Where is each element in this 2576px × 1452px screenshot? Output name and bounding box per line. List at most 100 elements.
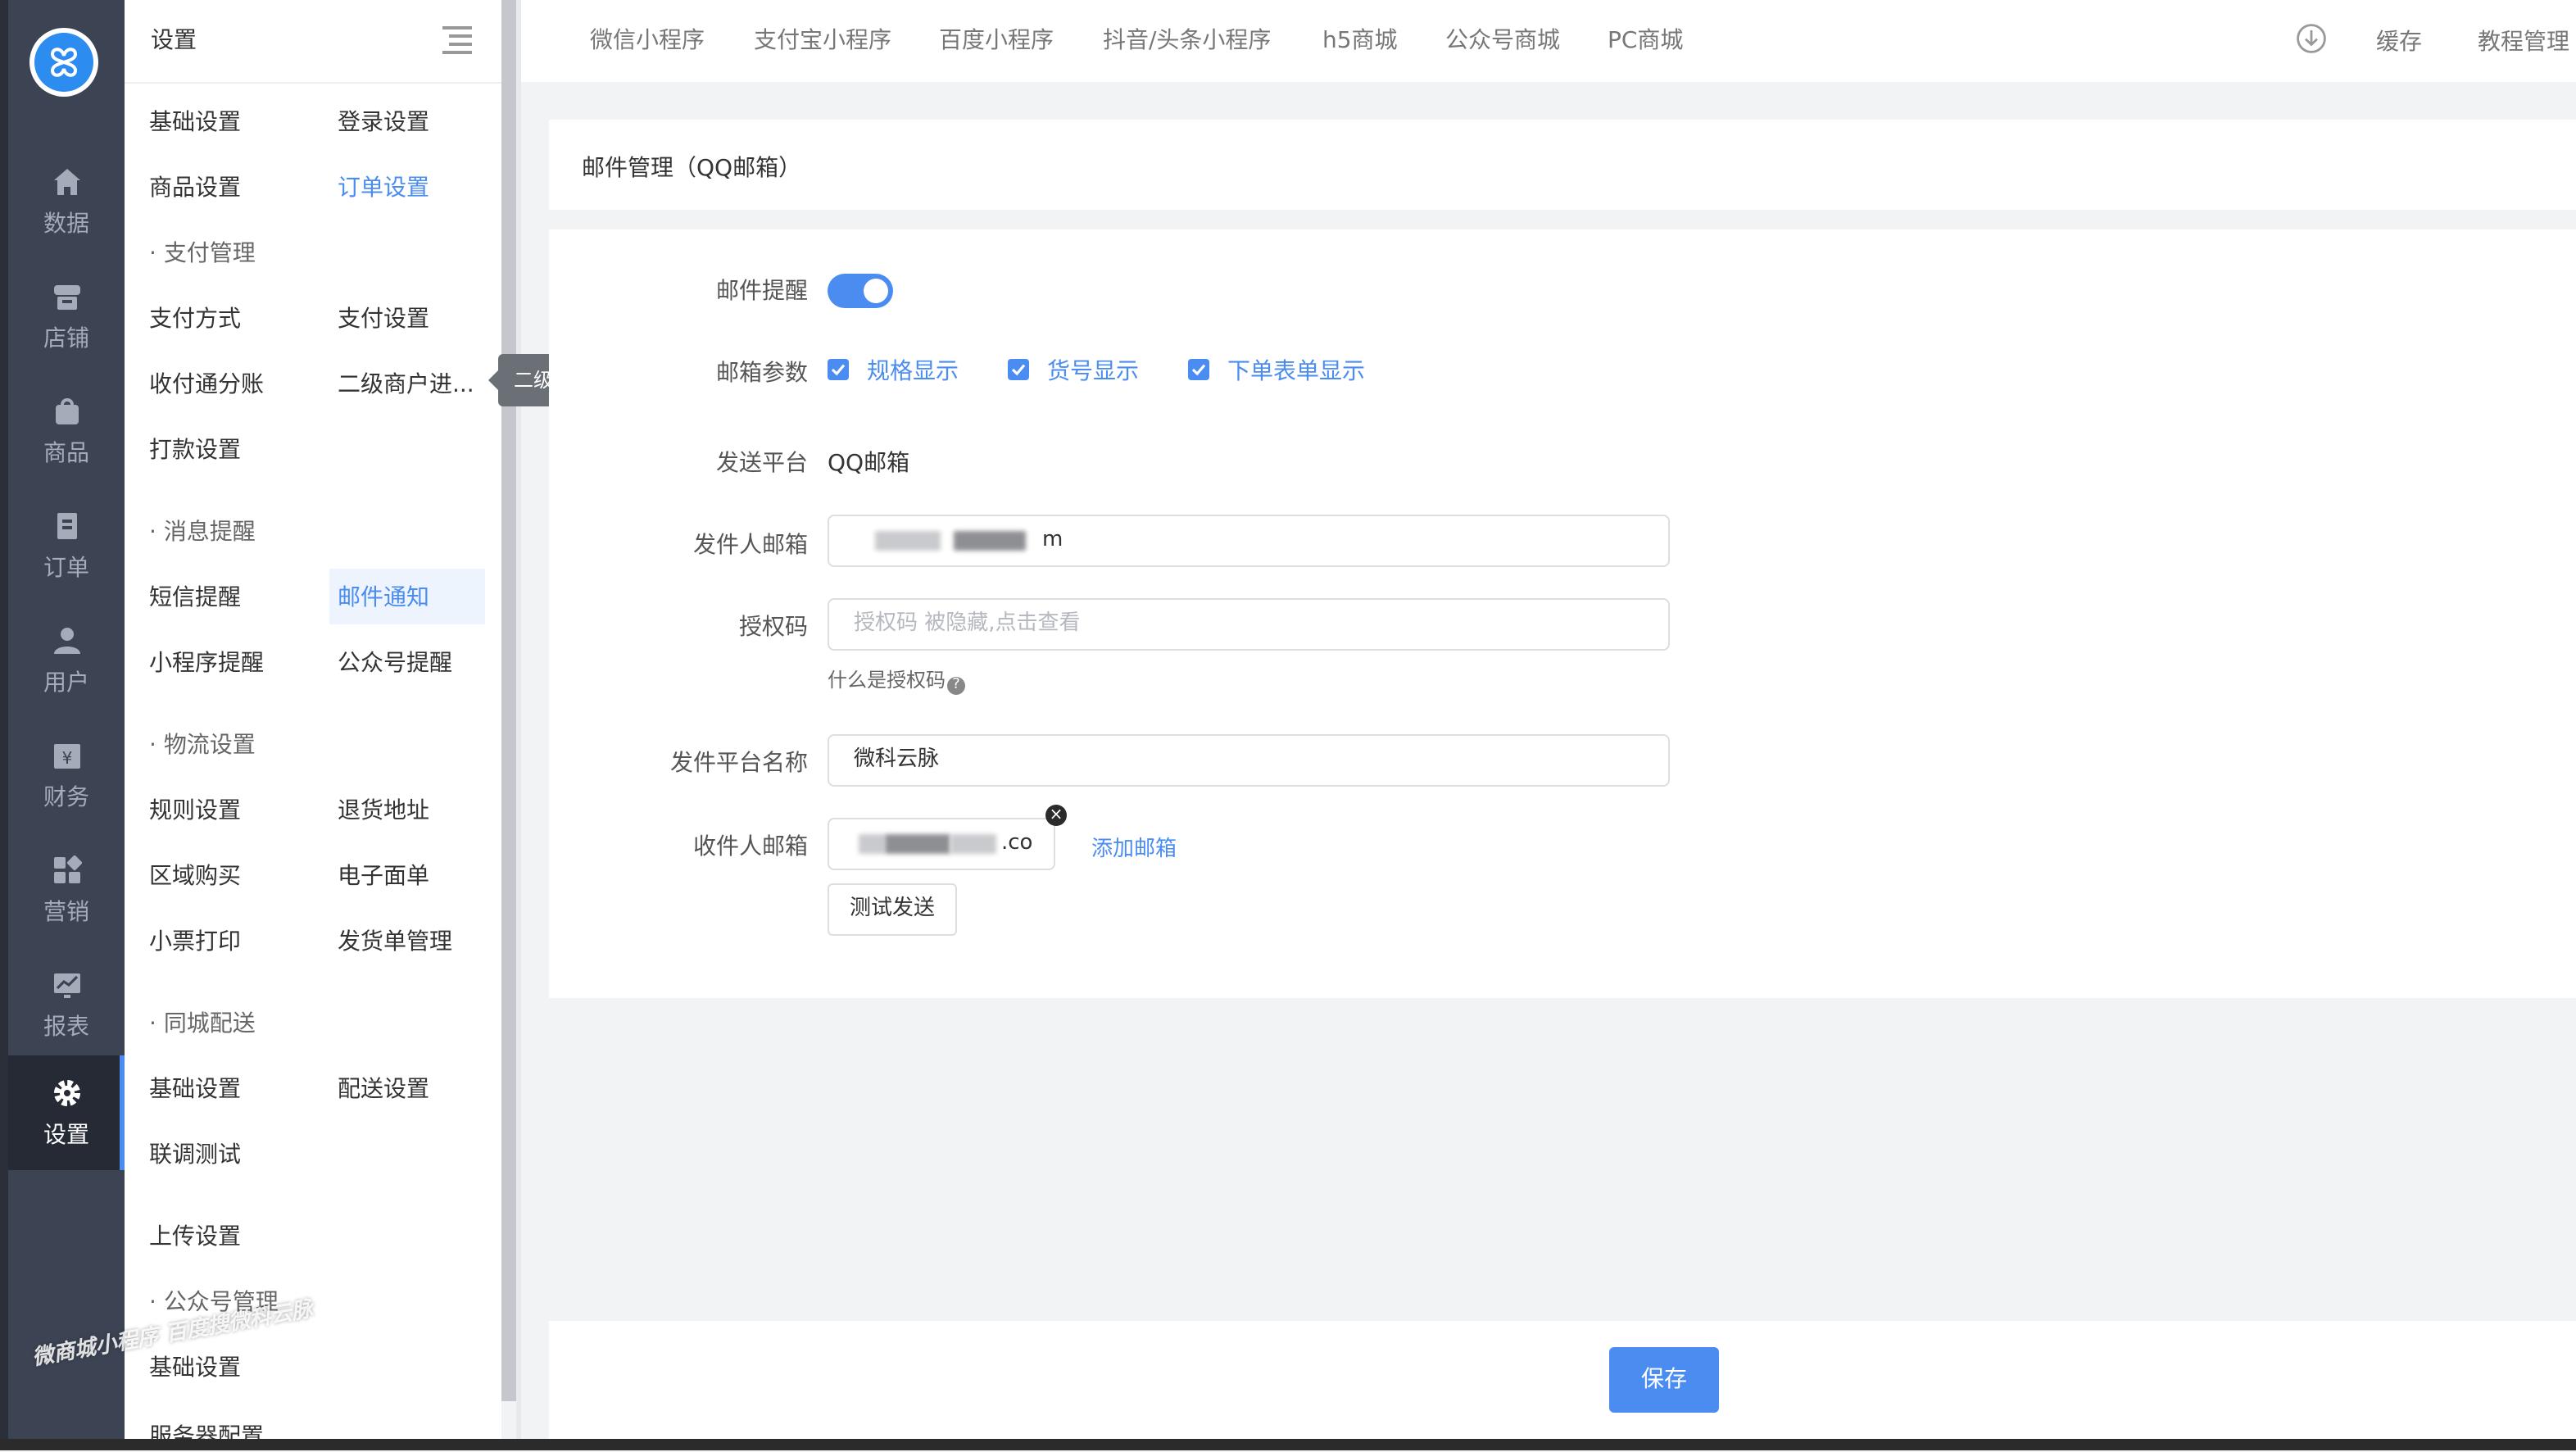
- marketing-icon: [53, 855, 81, 883]
- menu-local-basic[interactable]: 基础设置: [149, 1072, 241, 1105]
- check-icon: [1011, 364, 1026, 376]
- menu-basic-settings[interactable]: 基础设置: [149, 105, 241, 138]
- menu-upload-settings[interactable]: 上传设置: [149, 1219, 241, 1252]
- group-local-delivery: · 同城配送: [149, 1011, 256, 1037]
- menu-official-basic[interactable]: 基础设置: [149, 1350, 241, 1383]
- menu-region-purchase[interactable]: 区域购买: [149, 859, 241, 892]
- check-icon: [831, 364, 846, 376]
- rail-item-user[interactable]: 用户: [8, 603, 125, 718]
- redacted-text: [875, 531, 941, 551]
- scrollbar-track: [516, 0, 521, 1450]
- rail-label: 用户: [43, 670, 89, 697]
- tab-douyin-miniapp[interactable]: 抖音/头条小程序: [1103, 23, 1271, 56]
- submenu-header: 设置: [125, 0, 501, 84]
- rail-item-marketing[interactable]: 营销: [8, 833, 125, 947]
- submenu-scrollbar[interactable]: [501, 0, 516, 1401]
- menu-split-account[interactable]: 收付通分账: [149, 367, 264, 400]
- logo-circle: [34, 33, 93, 92]
- report-icon: [53, 973, 79, 998]
- rail-label: 店铺: [43, 326, 89, 352]
- page-title-card: 邮件管理（QQ邮箱）: [549, 120, 2576, 210]
- icon-rail: 数据 店铺 商品 订单 用户 ¥ 财务 营销 报表 设置: [0, 0, 125, 1450]
- gear-icon: [53, 1080, 79, 1106]
- check-icon: [1191, 364, 1206, 376]
- spec-display-label[interactable]: 规格显示: [867, 354, 959, 387]
- menu-miniapp-reminder[interactable]: 小程序提醒: [149, 646, 264, 678]
- rail-edge: [0, 0, 8, 1450]
- sku-display-label[interactable]: 货号显示: [1047, 354, 1139, 387]
- rail-label: 设置: [43, 1123, 89, 1149]
- receiver-email-label: 收件人邮箱: [693, 834, 808, 860]
- rail-item-store[interactable]: 店铺: [8, 259, 125, 374]
- tutorial-button[interactable]: 教程管理: [2478, 25, 2569, 57]
- app-logo[interactable]: [29, 28, 98, 97]
- tab-official-mall[interactable]: 公众号商城: [1445, 23, 1560, 56]
- rail-item-finance[interactable]: ¥ 财务: [8, 718, 125, 833]
- rail-label: 报表: [43, 1014, 89, 1041]
- menu-email-notice[interactable]: 邮件通知: [329, 569, 485, 624]
- menu-payment-settings[interactable]: 支付设置: [338, 302, 429, 334]
- test-send-button[interactable]: 测试发送: [828, 883, 957, 936]
- group-label: 物流设置: [163, 733, 256, 759]
- add-email-link[interactable]: 添加邮箱: [1091, 831, 1177, 862]
- email-reminder-label: 邮件提醒: [716, 279, 808, 305]
- platform-name-label: 发件平台名称: [670, 751, 808, 777]
- sender-email-input[interactable]: m: [828, 515, 1670, 567]
- save-button[interactable]: 保存: [1609, 1347, 1719, 1413]
- menu-joint-test[interactable]: 联调测试: [149, 1137, 241, 1170]
- menu-rule-settings[interactable]: 规则设置: [149, 793, 241, 826]
- tab-h5-mall[interactable]: h5商城: [1322, 23, 1398, 56]
- tab-baidu-miniapp[interactable]: 百度小程序: [939, 23, 1054, 56]
- rail-item-order[interactable]: 订单: [8, 488, 125, 603]
- menu-product-settings[interactable]: 商品设置: [149, 170, 241, 203]
- menu-login-settings[interactable]: 登录设置: [338, 105, 429, 138]
- order-form-display-checkbox[interactable]: [1188, 359, 1209, 380]
- spec-display-checkbox[interactable]: [828, 359, 849, 380]
- tab-wechat-miniapp[interactable]: 微信小程序: [590, 23, 705, 56]
- menu-return-address[interactable]: 退货地址: [338, 793, 429, 826]
- tab-pc-mall[interactable]: PC商城: [1608, 23, 1683, 56]
- svg-text:¥: ¥: [61, 748, 72, 768]
- download-icon[interactable]: [2296, 23, 2327, 54]
- auth-code-hint[interactable]: 什么是授权码?: [828, 665, 966, 695]
- menu-sub-merchant[interactable]: 二级商户进...: [338, 367, 474, 400]
- menu-receipt-print[interactable]: 小票打印: [149, 924, 241, 957]
- sku-display-checkbox[interactable]: [1008, 359, 1029, 380]
- platform-label: 发送平台: [716, 451, 808, 477]
- tab-alipay-miniapp[interactable]: 支付宝小程序: [754, 23, 891, 56]
- menu-payment-method[interactable]: 支付方式: [149, 302, 241, 334]
- rail-label: 数据: [43, 211, 89, 238]
- home-icon: [53, 169, 79, 195]
- platform-name-input[interactable]: 微科云脉: [828, 734, 1670, 787]
- menu-shipping-doc[interactable]: 发货单管理: [338, 924, 452, 957]
- receiver-email-input[interactable]: .co: [828, 818, 1055, 870]
- logo-icon: [50, 48, 78, 77]
- bag-icon: [55, 398, 78, 424]
- redacted-text: [950, 834, 996, 854]
- auth-code-input[interactable]: 授权码 被隐藏,点击查看: [828, 598, 1670, 651]
- rail-item-product[interactable]: 商品: [8, 374, 125, 488]
- rail-label: 营销: [43, 900, 89, 926]
- rail-item-settings[interactable]: 设置: [8, 1055, 125, 1170]
- redacted-text: [954, 531, 1026, 551]
- menu-payout-settings[interactable]: 打款设置: [149, 433, 241, 465]
- menu-official-reminder[interactable]: 公众号提醒: [338, 646, 452, 678]
- rail-item-report[interactable]: 报表: [8, 947, 125, 1062]
- menu-e-waybill[interactable]: 电子面单: [338, 859, 429, 892]
- menu-sms-reminder[interactable]: 短信提醒: [149, 580, 241, 613]
- order-form-display-label[interactable]: 下单表单显示: [1227, 354, 1365, 387]
- sender-email-label: 发件人邮箱: [693, 533, 808, 559]
- page-title: 邮件管理（QQ邮箱）: [582, 156, 802, 182]
- rail-item-data[interactable]: 数据: [8, 144, 125, 259]
- group-message: · 消息提醒: [149, 520, 256, 546]
- cache-button[interactable]: 缓存: [2376, 25, 2422, 57]
- email-reminder-toggle[interactable]: [828, 274, 893, 308]
- menu-delivery-settings[interactable]: 配送设置: [338, 1072, 429, 1105]
- remove-receiver-icon[interactable]: ×: [1045, 805, 1067, 826]
- finance-icon: ¥: [53, 744, 79, 769]
- group-logistics: · 物流设置: [149, 733, 256, 759]
- submenu-title: 设置: [151, 28, 197, 54]
- menu-collapse-icon[interactable]: [442, 26, 472, 54]
- hint-text: 什么是授权码: [828, 669, 946, 692]
- menu-order-settings[interactable]: 订单设置: [338, 170, 429, 203]
